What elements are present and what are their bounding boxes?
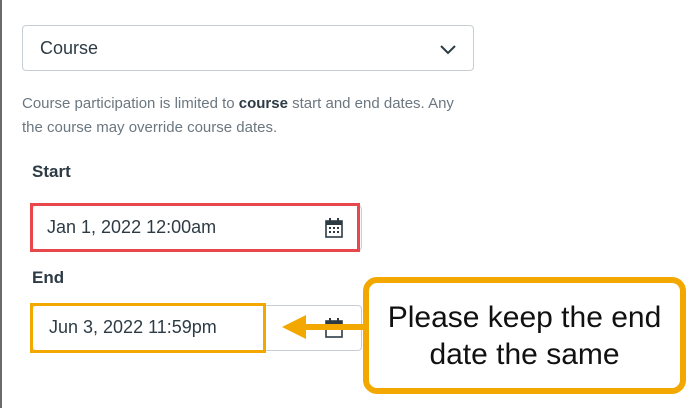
- end-label: End: [32, 268, 65, 287]
- frame-left-border: [0, 0, 2, 408]
- end-date-highlight: [30, 303, 266, 353]
- arrow-left-icon: [282, 315, 364, 339]
- start-label: Start: [32, 162, 71, 181]
- participation-help-text: Course participation is limited to cours…: [22, 95, 454, 136]
- annotation-callout: Please keep the end date the same: [363, 277, 686, 394]
- start-date-highlight: [30, 203, 360, 252]
- participation-select-value: Course: [40, 38, 99, 58]
- chevron-down-icon: [440, 45, 456, 55]
- participation-select[interactable]: Course: [22, 25, 474, 71]
- annotation-text: Please keep the end date the same: [387, 300, 662, 371]
